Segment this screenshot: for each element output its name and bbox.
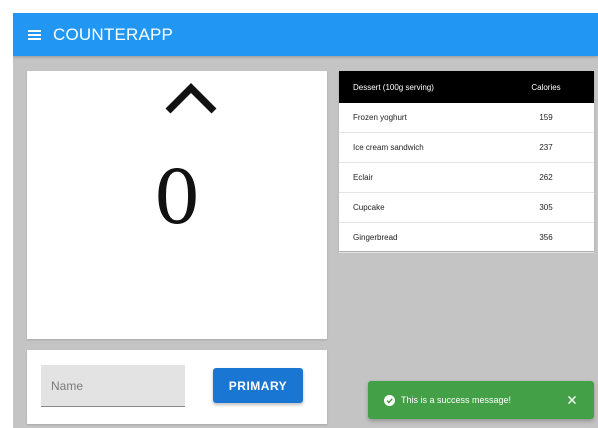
- counter-value: 0: [153, 155, 201, 241]
- app-frame: COUNTERAPP 0 Dessert (100g serving) Calo…: [13, 13, 598, 428]
- header-dessert[interactable]: Dessert (100g serving): [339, 71, 498, 103]
- row-dessert-name: Frozen yoghurt: [339, 103, 498, 133]
- check-circle-icon: [384, 394, 395, 406]
- row-calories: 356: [498, 222, 594, 253]
- success-snackbar: This is a success message!: [368, 381, 594, 419]
- dessert-table: Dessert (100g serving) Calories Frozen y…: [339, 71, 594, 253]
- name-input[interactable]: [41, 365, 185, 406]
- row-dessert-name: Cupcake: [339, 192, 498, 223]
- dessert-table-card: Dessert (100g serving) Calories Frozen y…: [339, 71, 594, 253]
- close-icon[interactable]: [568, 396, 576, 404]
- row-dessert-name: Ice cream sandwich: [339, 132, 498, 163]
- table-header-row: Dessert (100g serving) Calories: [339, 71, 594, 103]
- chevron-up-icon[interactable]: [165, 82, 217, 114]
- row-dessert-name: Gingerbread: [339, 222, 498, 253]
- row-calories: 237: [498, 132, 594, 163]
- row-calories: 159: [498, 103, 594, 133]
- counter-card: 0: [27, 71, 327, 339]
- primary-button[interactable]: PRIMARY: [213, 368, 303, 403]
- row-dessert-name: Eclair: [339, 162, 498, 193]
- app-title: COUNTERAPP: [53, 24, 174, 44]
- table-row[interactable]: Cupcake 305: [339, 192, 594, 223]
- table-row[interactable]: Gingerbread 356: [339, 222, 594, 253]
- row-calories: 262: [498, 162, 594, 193]
- table-row[interactable]: Ice cream sandwich 237: [339, 132, 594, 163]
- header-calories[interactable]: Calories: [498, 71, 594, 103]
- menu-icon[interactable]: [28, 29, 41, 40]
- table-row[interactable]: Eclair 262: [339, 162, 594, 193]
- table-row[interactable]: Frozen yoghurt 159: [339, 103, 594, 133]
- row-calories: 305: [498, 192, 594, 223]
- form-card: PRIMARY: [27, 350, 327, 424]
- name-field: [41, 365, 185, 407]
- app-bar: COUNTERAPP: [13, 13, 598, 56]
- snackbar-message: This is a success message!: [401, 395, 512, 405]
